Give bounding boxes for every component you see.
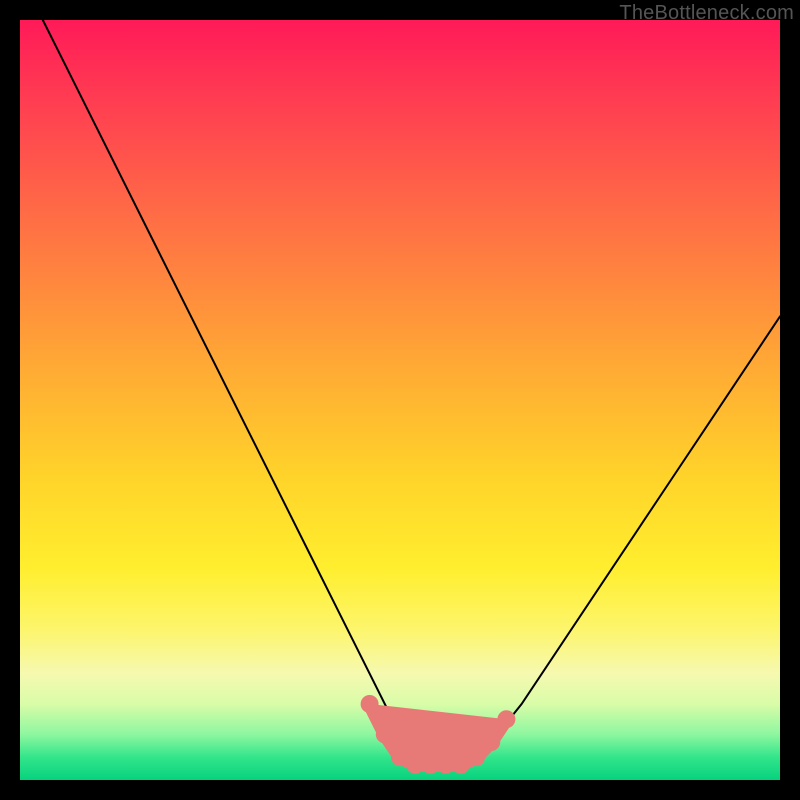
- bottleneck-curve: [43, 20, 780, 765]
- plot-area: [20, 20, 780, 780]
- chart-svg: [20, 20, 780, 780]
- attribution-label: TheBottleneck.com: [619, 2, 794, 25]
- outer-frame: TheBottleneck.com: [0, 0, 800, 800]
- highlighted-points: [361, 695, 516, 774]
